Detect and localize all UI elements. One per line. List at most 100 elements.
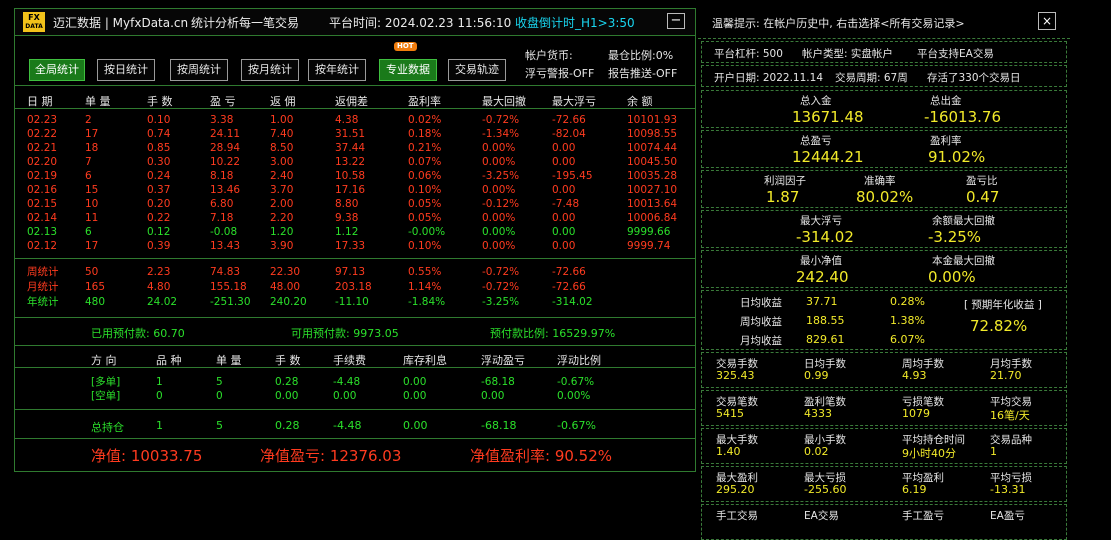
- cell-lots: 0.30: [147, 156, 171, 168]
- stat-row: 手工交易 EA交易 手工盈亏 EA盈亏: [701, 504, 1067, 540]
- site-name: 迈汇数据 | MyfxData.cn: [53, 16, 189, 30]
- total-swap: 0.00: [403, 419, 428, 432]
- table-row: 02.19 6 0.24 8.18 2.40 10.58 0.06% -3.25% -195.4…: [15, 169, 695, 183]
- position-row[interactable]: [空单] 0 0 0.00 0.00 0.00 0.00 0.00%: [15, 389, 695, 403]
- used-margin: 已用预付款: 60.70: [91, 327, 185, 340]
- cell-lots: 0.37: [147, 184, 171, 196]
- cell-max-drawdown: -3.25%: [482, 296, 520, 308]
- cell-profit: 6.80: [210, 198, 234, 210]
- logo: FX DATA: [23, 12, 45, 32]
- position-row[interactable]: [多单] 1 5 0.28 -4.48 0.00 -68.18 -0.67%: [15, 375, 695, 389]
- open-info: 开户日期: 2022.11.14 交易周期: 67周 存活了330个交易日: [701, 65, 1067, 87]
- survival-days: 存活了330个交易日: [927, 72, 1021, 84]
- pos-float-rate: 0.00%: [557, 390, 591, 402]
- cell-profit: 10.22: [210, 156, 241, 168]
- btn-pro-data[interactable]: 专业数据: [379, 59, 437, 81]
- pos-lots: 0.00: [275, 390, 299, 402]
- cell-rebate: 2.20: [270, 212, 294, 224]
- cell-orders: 17: [85, 240, 99, 252]
- btn-monthly-stats[interactable]: 按月统计: [241, 59, 299, 81]
- pos-direction: [多单]: [91, 376, 121, 388]
- cell-lots: 0.24: [147, 170, 171, 182]
- factor-box: 利润因子 1.87 准确率 80.02% 盈亏比 0.47: [701, 170, 1067, 208]
- min-equity-box: 最小净值 242.40 本金最大回撤 0.00%: [701, 250, 1067, 288]
- weekly-income: 188.55: [806, 314, 845, 327]
- stat-value: -13.31: [990, 483, 1026, 496]
- btn-yearly-stats[interactable]: 按年统计: [308, 59, 366, 81]
- stat-value: 1079: [902, 407, 930, 420]
- cell-max-float-loss: -72.66: [552, 281, 586, 293]
- cell-rebate: 48.00: [270, 281, 301, 293]
- margin-ratio: 预付款比例: 16529.97%: [490, 327, 616, 340]
- summary-row: 周统计 50 2.23 74.83 22.30 97.13 0.55% -0.72% -72.6…: [15, 265, 695, 279]
- col-header-profit-rate: 盈利率: [408, 95, 441, 108]
- total-in: 13671.48: [792, 108, 864, 126]
- cell-lots: 0.12: [147, 226, 171, 238]
- cell-max-drawdown: -0.72%: [482, 266, 520, 278]
- ea-support: 平台支持EA交易: [917, 48, 994, 60]
- pl-box: 总盈亏 12444.21 盈利率 91.02%: [701, 130, 1067, 168]
- cell-balance: 10027.10: [627, 184, 678, 196]
- cell-rebate: 7.40: [270, 128, 294, 140]
- cell-date: 02.12: [27, 240, 58, 252]
- total-commission: -4.48: [333, 419, 362, 432]
- pos-header-float-rate: 浮动比例: [557, 354, 601, 367]
- report-push[interactable]: 报告推送-OFF: [608, 65, 677, 81]
- cell-rebate-diff: 1.12: [335, 226, 359, 238]
- btn-global-stats[interactable]: 全局统计: [29, 59, 85, 81]
- total-in-label: 总入金: [800, 95, 832, 107]
- stat-value: 4.93: [902, 369, 927, 382]
- cell-rebate: 1.20: [270, 226, 294, 238]
- stat-value: 9小时40分: [902, 447, 956, 460]
- table-row: 02.21 18 0.85 28.94 8.50 37.44 0.21% 0.00% 0.00 1…: [15, 141, 695, 155]
- cell-balance: 10098.55: [627, 128, 678, 140]
- cell-orders: 6: [85, 170, 92, 182]
- cell-rebate-diff: 31.51: [335, 128, 366, 140]
- table-row: 02.12 17 0.39 13.43 3.90 17.33 0.10% 0.00% 0.00 9…: [15, 239, 695, 253]
- col-header-date: 日 期: [27, 95, 53, 108]
- loss-warning[interactable]: 浮亏警报-OFF: [525, 65, 594, 81]
- pl-ratio-label: 盈亏比: [966, 175, 998, 187]
- tip-text: 温馨提示: 在帐户历史中, 右击选择<所有交易记录>: [712, 17, 965, 30]
- cell-profit-rate: 0.10%: [408, 240, 442, 252]
- pos-header-lots: 手 数: [275, 354, 301, 367]
- close-button[interactable]: ×: [1038, 12, 1056, 30]
- pos-orders: 0: [216, 390, 223, 402]
- stat-value: 5415: [716, 407, 744, 420]
- cell-profit-rate: 0.06%: [408, 170, 442, 182]
- cell-rebate-diff: 4.38: [335, 114, 359, 126]
- cell-orders: 11: [85, 212, 99, 224]
- btn-daily-stats[interactable]: 按日统计: [97, 59, 155, 81]
- col-header-balance: 余 额: [627, 95, 653, 108]
- stat-row: 最大手数 1.40 最小手数 0.02 平均持仓时间 9小时40分 交易品种 1: [701, 428, 1067, 464]
- profit-factor: 1.87: [766, 188, 800, 206]
- cell-lots: 0.85: [147, 142, 171, 154]
- cell-max-drawdown: -0.12%: [482, 198, 520, 210]
- cell-rebate: 8.50: [270, 142, 294, 154]
- cell-profit-rate: 0.02%: [408, 114, 442, 126]
- cell-date: 周统计: [27, 266, 59, 278]
- stat-row: 交易手数 325.43 日均手数 0.99 周均手数 4.93 月均手数 21.70: [701, 352, 1067, 388]
- btn-weekly-stats[interactable]: 按周统计: [170, 59, 228, 81]
- cell-max-drawdown: -3.25%: [482, 170, 520, 182]
- cell-lots: 0.39: [147, 240, 171, 252]
- btn-trade-track[interactable]: 交易轨迹: [448, 59, 506, 81]
- pos-header-orders: 单 量: [216, 354, 242, 367]
- weekly-label: 周均收益: [740, 316, 782, 328]
- cell-date: 02.19: [27, 170, 58, 182]
- cell-date: 02.23: [27, 114, 58, 126]
- summary-row: 月统计 165 4.80 155.18 48.00 203.18 1.14% -0.72% -7…: [15, 280, 695, 294]
- cell-max-float-loss: 0.00: [552, 184, 576, 196]
- cell-rebate-diff: 9.38: [335, 212, 359, 224]
- cell-max-float-loss: -195.45: [552, 170, 593, 182]
- cell-orders: 50: [85, 266, 99, 278]
- cell-max-drawdown: -1.34%: [482, 128, 520, 140]
- total-symbol: 1: [156, 419, 163, 432]
- cell-rebate: 22.30: [270, 266, 301, 278]
- cell-rebate: 3.70: [270, 184, 294, 196]
- minimize-button[interactable]: −: [667, 13, 685, 29]
- pos-commission: 0.00: [333, 390, 357, 402]
- col-header-rebate: 返 佣: [270, 95, 296, 108]
- stat-value: 1: [990, 445, 997, 458]
- min-equity-label: 最小净值: [800, 255, 842, 267]
